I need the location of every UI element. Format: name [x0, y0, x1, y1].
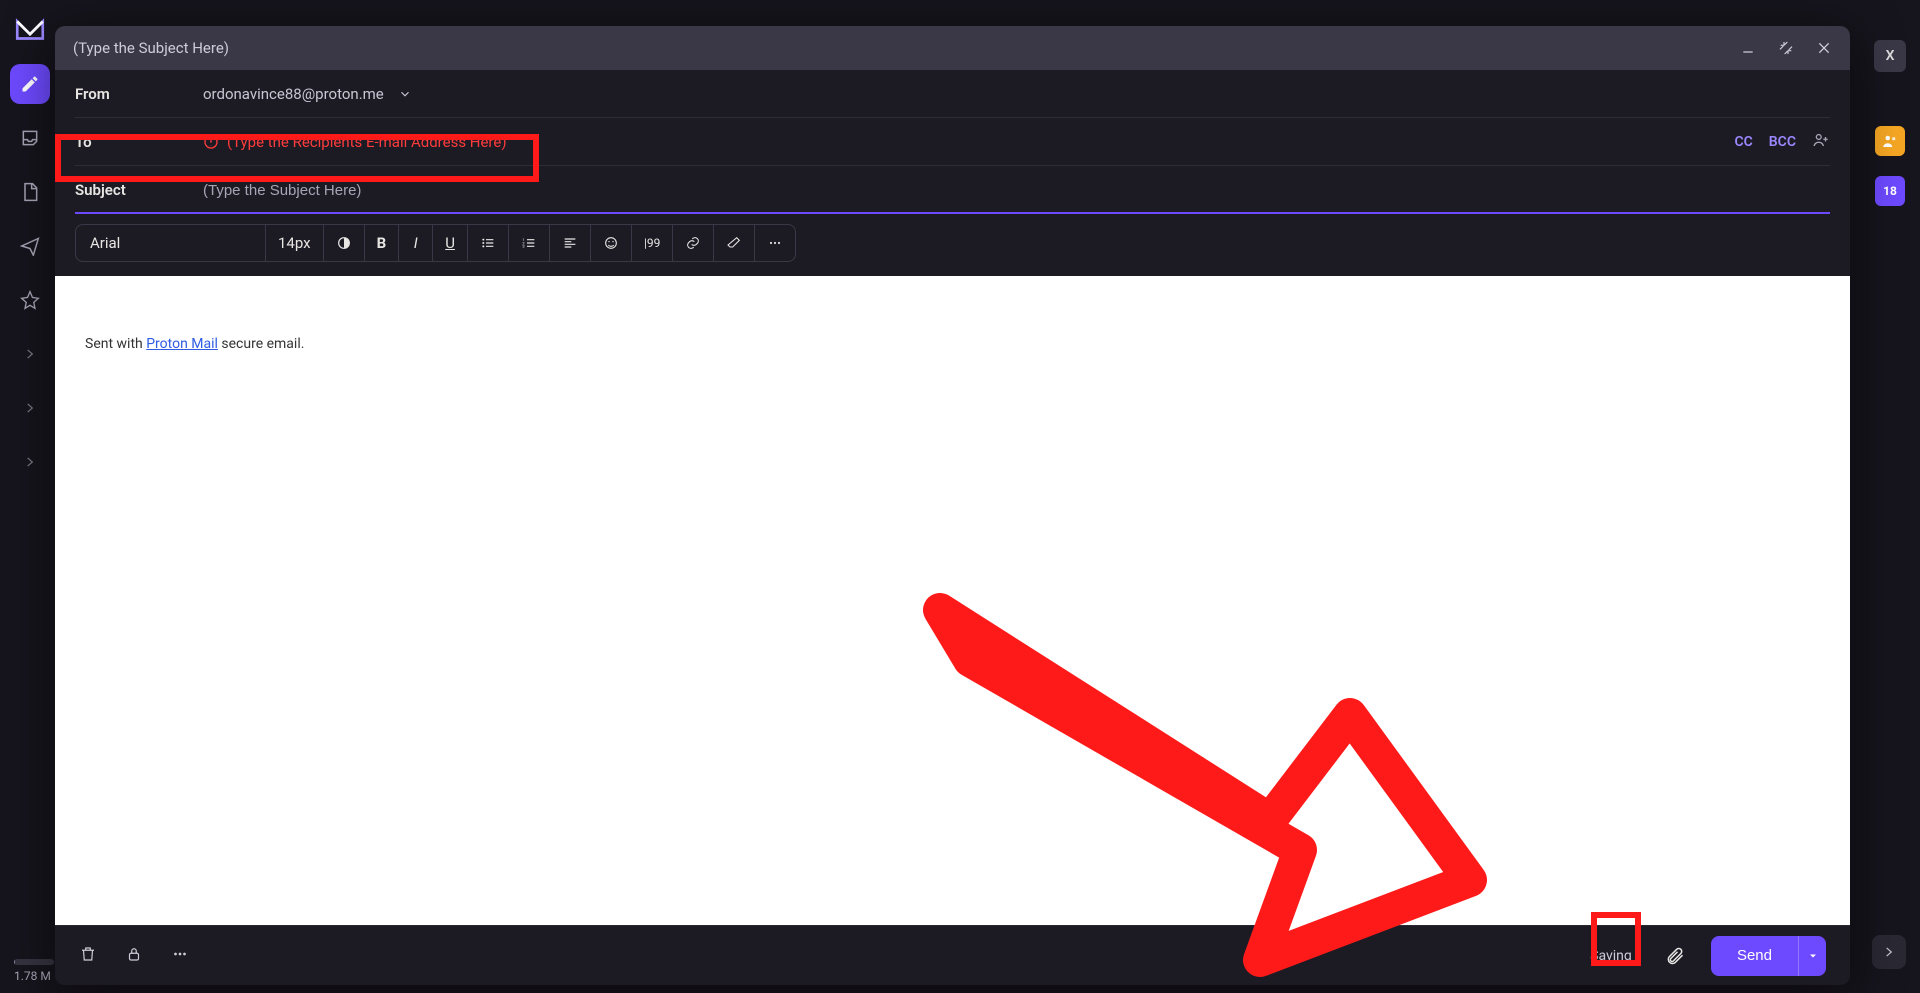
from-row: From ordonavince88@proton.me	[75, 70, 1830, 118]
ordered-list-button[interactable]: 123	[509, 225, 550, 261]
bullet-list-icon	[480, 235, 496, 251]
attachment-button[interactable]	[1657, 938, 1693, 974]
align-left-icon	[562, 235, 578, 251]
body-suffix: secure email.	[218, 336, 305, 352]
drafts-icon[interactable]	[10, 172, 50, 212]
more-options-button[interactable]	[171, 945, 189, 967]
cc-bcc-group: CC BCC	[1734, 131, 1830, 153]
footer-right-actions: Saving . Send	[1590, 936, 1826, 976]
account-avatar[interactable]: X	[1874, 40, 1906, 72]
from-address-dropdown[interactable]: ordonavince88@proton.me	[203, 85, 1830, 103]
folder-expand-3-icon[interactable]	[10, 442, 50, 482]
italic-button[interactable]: I	[399, 225, 433, 261]
titlebar[interactable]: (Type the Subject Here)	[55, 26, 1850, 70]
delete-draft-button[interactable]	[79, 945, 97, 967]
calendar-app-icon[interactable]: 18	[1875, 176, 1905, 206]
trash-icon	[79, 945, 97, 963]
folder-expand-1-icon[interactable]	[10, 334, 50, 374]
paperclip-icon	[1665, 946, 1685, 966]
half-circle-icon	[336, 235, 352, 251]
compose-window: (Type the Subject Here) From ordonavince…	[55, 26, 1850, 985]
alert-icon	[203, 134, 219, 150]
subject-row: Subject	[75, 166, 1830, 214]
starred-icon[interactable]	[10, 280, 50, 320]
clear-format-button[interactable]	[714, 225, 755, 261]
to-input[interactable]: (Type the Recipients E-mail Address Here…	[203, 133, 1734, 151]
proton-logo	[10, 10, 50, 50]
blockquote-button[interactable]: |99	[632, 225, 673, 261]
svg-text:3: 3	[522, 244, 524, 249]
emoji-icon	[603, 235, 619, 251]
send-options-button[interactable]	[1798, 936, 1826, 976]
to-label: To	[75, 133, 203, 151]
message-body-editor[interactable]: Sent with Proton Mail secure email.	[55, 276, 1850, 925]
right-rail: X 18	[1860, 0, 1920, 993]
underline-button[interactable]: U	[433, 225, 468, 261]
close-button[interactable]	[1816, 40, 1832, 56]
unordered-list-button[interactable]	[468, 225, 509, 261]
storage-label: 1.78 M	[14, 969, 51, 983]
subject-label: Subject	[75, 181, 203, 199]
body-prefix: Sent with	[85, 336, 146, 352]
contacts-app-icon[interactable]	[1875, 126, 1905, 156]
caret-down-icon	[1807, 950, 1819, 962]
from-label: From	[75, 85, 203, 103]
compose-footer: Saving . Send	[55, 925, 1850, 985]
sent-icon[interactable]	[10, 226, 50, 266]
storage-bar	[14, 959, 54, 965]
collapse-right-rail-button[interactable]	[1872, 935, 1906, 969]
alignment-button[interactable]	[550, 225, 591, 261]
inbox-icon[interactable]	[10, 118, 50, 158]
contact-picker-button[interactable]	[1812, 131, 1830, 153]
folder-expand-2-icon[interactable]	[10, 388, 50, 428]
text-color-button[interactable]	[324, 225, 365, 261]
more-horizontal-icon	[171, 945, 189, 963]
minimize-button[interactable]	[1740, 40, 1756, 56]
toolbar-row: Arial 14px B I U 123 |99	[55, 214, 1850, 276]
more-horizontal-icon	[767, 235, 783, 251]
cc-button[interactable]: CC	[1734, 134, 1752, 150]
collapse-button[interactable]	[1778, 40, 1794, 56]
bold-button[interactable]: B	[365, 225, 400, 261]
emoji-button[interactable]	[591, 225, 632, 261]
titlebar-actions	[1740, 40, 1832, 56]
bcc-button[interactable]: BCC	[1769, 134, 1796, 150]
footer-left-actions	[79, 945, 189, 967]
from-address: ordonavince88@proton.me	[203, 85, 384, 103]
eraser-icon	[726, 235, 742, 251]
left-rail	[0, 0, 60, 993]
encryption-button[interactable]	[125, 945, 143, 967]
numbered-list-icon: 123	[521, 235, 537, 251]
titlebar-subject: (Type the Subject Here)	[73, 39, 229, 57]
font-family-select[interactable]: Arial	[76, 225, 266, 261]
new-message-button[interactable]	[10, 64, 50, 104]
saving-status: Saving .	[1590, 948, 1639, 964]
send-button[interactable]: Send	[1711, 936, 1798, 976]
subject-underline	[75, 212, 1830, 214]
chevron-down-icon	[398, 87, 412, 101]
link-button[interactable]	[673, 225, 714, 261]
to-placeholder: (Type the Recipients E-mail Address Here…	[203, 133, 507, 151]
font-size-select[interactable]: 14px	[266, 225, 324, 261]
to-row: To (Type the Recipients E-mail Address H…	[75, 118, 1830, 166]
compose-header-fields: From ordonavince88@proton.me To (Type th…	[55, 70, 1850, 214]
subject-input[interactable]	[203, 182, 1830, 199]
lock-icon	[125, 945, 143, 963]
more-format-button[interactable]	[755, 225, 795, 261]
link-icon	[685, 235, 701, 251]
proton-mail-link[interactable]: Proton Mail	[146, 336, 218, 352]
format-toolbar: Arial 14px B I U 123 |99	[75, 224, 796, 262]
